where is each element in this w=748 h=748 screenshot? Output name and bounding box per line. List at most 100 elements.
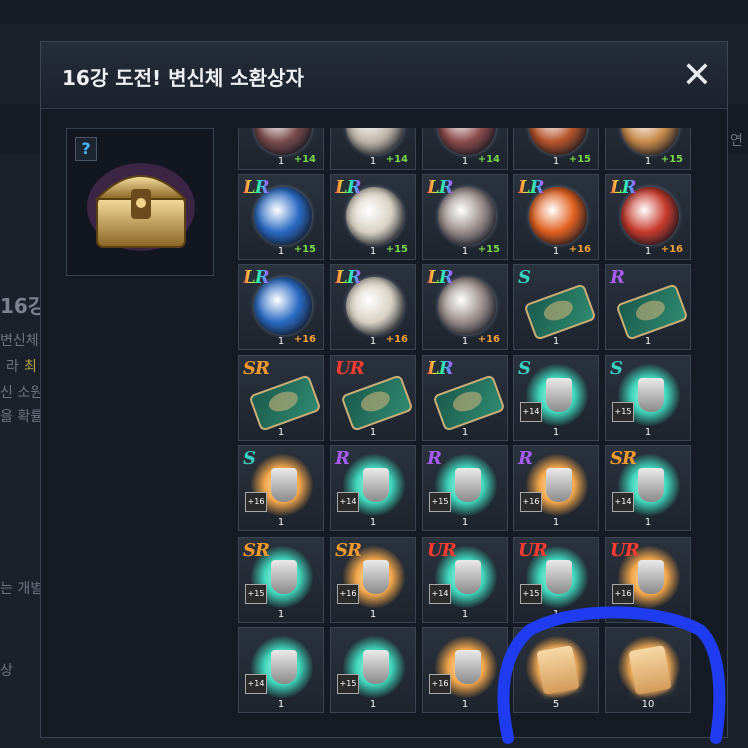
enhance-level-badge: +16 — [612, 584, 634, 604]
reward-item-slot[interactable]: R +14 1 — [330, 445, 416, 531]
item-quantity: 1 — [277, 699, 285, 710]
item-quantity: 1 — [552, 156, 560, 167]
reward-item-slot[interactable]: S1 — [513, 264, 599, 350]
item-quantity: 1 — [552, 427, 560, 438]
reward-item-slot[interactable]: +14 1 — [330, 128, 416, 170]
shield-icon — [455, 650, 481, 684]
item-quantity: 1 — [644, 336, 652, 347]
summon-box-dialog: 16강 도전! 변신체 소환상자 ✕ ? +14 1 +14 1 +14 1 +15 1 +15… — [40, 41, 728, 738]
item-quantity: 5 — [552, 699, 560, 710]
grade-label: UR — [335, 358, 365, 379]
grade-label: SR — [610, 448, 637, 469]
shield-icon — [271, 560, 297, 594]
item-quantity: 1 — [461, 699, 469, 710]
reward-item-slot[interactable]: +15 1 — [605, 128, 691, 170]
reward-item-slot[interactable]: SR +15 1 — [238, 537, 324, 623]
reward-item-slot[interactable]: LR +16 1 — [422, 264, 508, 350]
reward-item-slot[interactable]: +14 1 — [422, 128, 508, 170]
grade-label: R — [427, 448, 442, 469]
reward-item-slot[interactable]: LR +16 1 — [605, 174, 691, 260]
transformation-card-icon — [340, 374, 414, 432]
item-quantity: 1 — [369, 517, 377, 528]
reward-item-slot[interactable]: UR +15 1 — [513, 537, 599, 623]
item-quantity: 1 — [277, 517, 285, 528]
shield-icon — [546, 468, 572, 502]
summon-scroll-icon — [628, 645, 672, 695]
shield-icon — [363, 468, 389, 502]
shield-icon — [363, 560, 389, 594]
reward-item-slot[interactable]: 10 — [605, 627, 691, 713]
reward-item-slot[interactable]: +14 1 — [238, 128, 324, 170]
shield-icon — [546, 560, 572, 594]
shield-icon — [638, 468, 664, 502]
reward-item-slot[interactable]: LR +16 1 — [330, 264, 416, 350]
background-text: 변신체 — [0, 333, 39, 349]
transformation-portrait-icon — [346, 128, 404, 155]
grade-label: SR — [335, 540, 362, 561]
reward-item-slot[interactable]: LR +16 1 — [513, 174, 599, 260]
reward-item-slot[interactable]: UR +16 1 — [605, 537, 691, 623]
reward-item-slot[interactable]: SR 1 — [238, 355, 324, 441]
shield-icon — [271, 650, 297, 684]
reward-item-slot[interactable]: +16 1 — [422, 627, 508, 713]
reward-item-slot[interactable]: UR 1 — [330, 355, 416, 441]
shield-icon — [638, 560, 664, 594]
reward-item-slot[interactable]: LR 1 — [422, 355, 508, 441]
item-quantity: 1 — [644, 609, 652, 620]
shield-icon — [455, 468, 481, 502]
reward-item-slot[interactable]: SR +14 1 — [605, 445, 691, 531]
enhance-level-badge: +14 — [245, 674, 267, 694]
enhance-level-badge: +15 — [337, 674, 359, 694]
enhance-level-badge: +15 — [429, 492, 451, 512]
reward-item-slot[interactable]: +15 1 — [513, 128, 599, 170]
item-quantity: 1 — [461, 336, 469, 347]
reward-item-slot[interactable]: +15 1 — [330, 627, 416, 713]
item-quantity: 10 — [641, 699, 655, 710]
reward-item-slot[interactable]: LR +16 1 — [238, 264, 324, 350]
item-quantity: 1 — [461, 156, 469, 167]
close-icon[interactable]: ✕ — [679, 58, 715, 94]
enhance-level-badge: +16 — [337, 584, 359, 604]
item-quantity: 1 — [644, 517, 652, 528]
reward-item-slot[interactable]: R +16 1 — [513, 445, 599, 531]
transformation-card-icon — [248, 374, 322, 432]
enhance-level-badge: +16 — [429, 674, 451, 694]
shield-icon — [546, 378, 572, 412]
item-quantity: 1 — [461, 609, 469, 620]
reward-item-slot[interactable]: UR +14 1 — [422, 537, 508, 623]
help-icon[interactable]: ? — [75, 137, 97, 161]
reward-item-slot[interactable]: SR +16 1 — [330, 537, 416, 623]
reward-item-slot[interactable]: R1 — [605, 264, 691, 350]
reward-item-slot[interactable]: S +16 1 — [238, 445, 324, 531]
reward-item-slot[interactable]: 5 — [513, 627, 599, 713]
enhance-level-badge: +15 — [520, 584, 542, 604]
item-quantity: 1 — [552, 336, 560, 347]
grade-label: S — [610, 358, 623, 379]
reward-item-slot[interactable]: S +14 1 — [513, 355, 599, 441]
enhance-level-badge: +14 — [337, 492, 359, 512]
grade-label: S — [243, 448, 256, 469]
item-quantity: 1 — [369, 246, 377, 257]
summon-scroll-icon — [536, 645, 580, 695]
reward-item-slot[interactable]: LR +15 1 — [422, 174, 508, 260]
reward-item-slot[interactable]: LR +15 1 — [238, 174, 324, 260]
item-quantity: 1 — [461, 246, 469, 257]
item-quantity: 1 — [552, 517, 560, 528]
transformation-card-icon — [615, 283, 689, 341]
shield-icon — [455, 560, 481, 594]
item-quantity: 1 — [277, 156, 285, 167]
transformation-portrait-icon — [621, 128, 679, 155]
grade-label: LR — [610, 177, 637, 198]
grade-label: S — [518, 358, 531, 379]
reward-item-slot[interactable]: R +15 1 — [422, 445, 508, 531]
grade-label: UR — [610, 540, 640, 561]
shield-icon — [271, 468, 297, 502]
reward-item-slot[interactable]: LR +15 1 — [330, 174, 416, 260]
item-quantity: 1 — [461, 427, 469, 438]
reward-item-slot[interactable]: S +15 1 — [605, 355, 691, 441]
treasure-box-preview: ? — [66, 128, 214, 276]
item-quantity: 1 — [369, 699, 377, 710]
grade-label: S — [518, 267, 531, 288]
enhance-level-badge: +14 — [520, 402, 542, 422]
reward-item-slot[interactable]: +14 1 — [238, 627, 324, 713]
